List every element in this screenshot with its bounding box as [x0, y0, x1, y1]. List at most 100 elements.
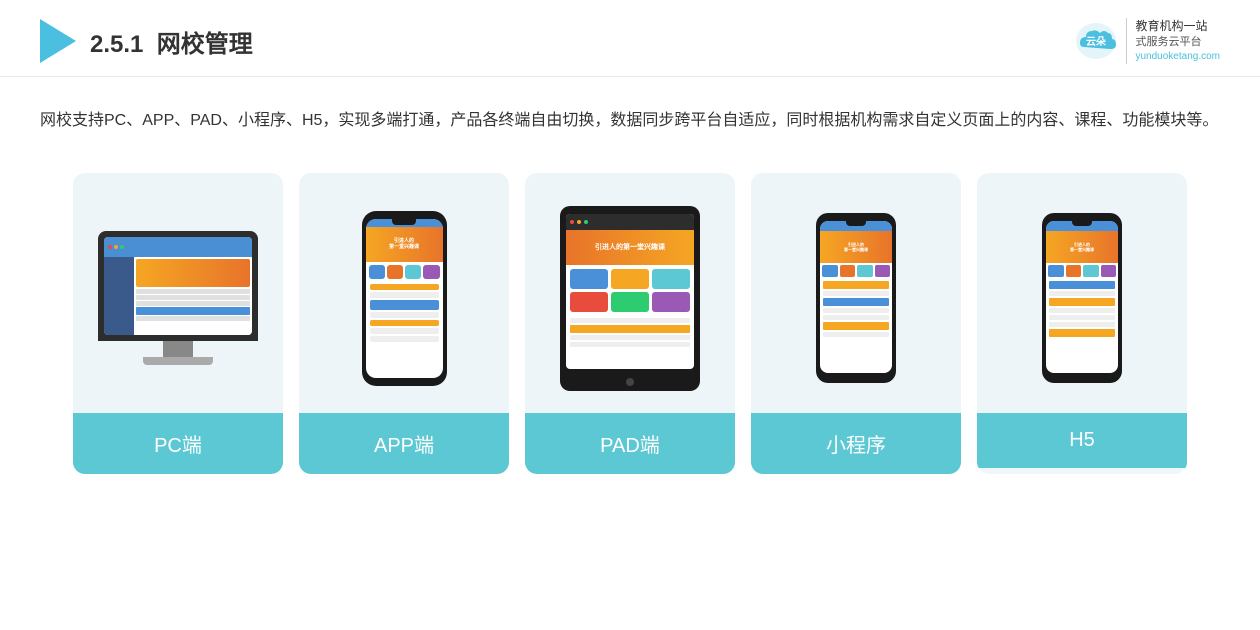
page: 2.5.1 网校管理 云朵 教育机构一站 式服务云平台 yunduoketang…	[0, 0, 1260, 630]
pss-icon	[1066, 265, 1082, 277]
phone-content-row	[370, 312, 439, 318]
pss-banner-h5: 引进人的第一堂兴趣课	[1046, 231, 1118, 263]
title-bold: 网校管理	[157, 31, 253, 58]
phone-small-notch-h5	[1072, 221, 1092, 226]
tablet-grid-item	[611, 269, 649, 289]
card-pad-label: PAD端	[600, 435, 660, 457]
pss-icon	[875, 265, 891, 277]
pss-icon	[1083, 265, 1099, 277]
card-app-image: 引进人的第一堂兴趣课	[299, 173, 509, 413]
phone-banner: 引进人的第一堂兴趣课	[366, 227, 443, 262]
device-pc	[98, 231, 258, 365]
tablet-dot-red	[570, 220, 574, 224]
pss-icon	[1101, 265, 1117, 277]
phone-icon	[423, 265, 439, 279]
tablet-row	[570, 342, 690, 347]
description-text: 网校支持PC、APP、PAD、小程序、H5，实现多端打通，产品各终端自由切换，数…	[40, 105, 1220, 137]
card-app-label-area: APP端	[299, 413, 509, 474]
phone-small-notch	[846, 221, 866, 226]
card-pc: PC端	[73, 173, 283, 474]
header-right: 云朵 教育机构一站 式服务云平台 yunduoketang.com	[1072, 18, 1220, 64]
card-pc-label-area: PC端	[73, 413, 283, 474]
pss-icon	[1048, 265, 1064, 277]
tablet-row	[570, 318, 690, 323]
tablet-row	[570, 325, 690, 333]
phone-icon	[387, 265, 403, 279]
monitor-row	[136, 316, 250, 321]
phone-content-row	[370, 284, 439, 290]
card-miniapp-image: 引进人的第一堂兴趣课	[751, 173, 961, 413]
tablet-dot-green	[584, 220, 588, 224]
card-h5-label-area: H5	[977, 413, 1187, 468]
tablet-grid	[566, 265, 694, 316]
card-miniapp-label: 小程序	[826, 435, 886, 457]
device-phone-app: 引进人的第一堂兴趣课	[362, 211, 447, 386]
pss-rows	[820, 279, 892, 339]
monitor-base	[143, 357, 213, 365]
phone-icon	[405, 265, 421, 279]
phone-small-screen-h5: 引进人的第一堂兴趣课	[1046, 221, 1118, 373]
card-miniapp-label-area: 小程序	[751, 413, 961, 474]
phone-content-row	[370, 320, 439, 326]
monitor-content	[104, 257, 252, 335]
monitor-row	[136, 307, 250, 315]
header-left: 2.5.1 网校管理	[40, 19, 253, 63]
card-pad-image: 引进人的第一堂兴趣课	[525, 173, 735, 413]
pss-icon	[857, 265, 873, 277]
monitor-stand	[163, 341, 193, 357]
tablet-grid-item	[570, 292, 608, 312]
brand-logo: 云朵 教育机构一站 式服务云平台 yunduoketang.com	[1072, 18, 1220, 64]
pss-row	[823, 315, 889, 320]
monitor-row	[136, 295, 250, 300]
cloud-icon: 云朵	[1072, 19, 1120, 63]
card-pc-label: PC端	[154, 435, 202, 457]
tablet-row	[570, 335, 690, 340]
pss-row	[1049, 291, 1115, 296]
tablet-grid-item	[611, 292, 649, 312]
section-number: 2.5.1	[90, 31, 143, 58]
pss-row	[1049, 315, 1115, 320]
page-title: 2.5.1 网校管理	[90, 24, 253, 59]
card-app-label: APP端	[374, 435, 434, 457]
tablet-grid-item	[652, 292, 690, 312]
tablet-grid-item	[570, 269, 608, 289]
tablet-home-button	[626, 378, 634, 386]
tablet-banner: 引进人的第一堂兴趣课	[566, 230, 694, 265]
pss-icon	[822, 265, 838, 277]
phone-content-row	[370, 336, 439, 342]
pss-row	[823, 322, 889, 330]
phone-content-row	[370, 300, 439, 310]
cards-section: PC端 引进人的第一堂兴趣课	[0, 153, 1260, 504]
phone-small-screen: 引进人的第一堂兴趣课	[820, 221, 892, 373]
pss-row	[823, 281, 889, 289]
pss-rows-h5	[1046, 279, 1118, 339]
tablet-dot-yellow	[577, 220, 581, 224]
description: 网校支持PC、APP、PAD、小程序、H5，实现多端打通，产品各终端自由切换，数…	[0, 77, 1260, 153]
logo-triangle-icon	[40, 19, 76, 63]
monitor-sidebar	[104, 257, 134, 335]
monitor-banner	[136, 259, 250, 287]
phone-content-row	[370, 328, 439, 334]
pss-row	[1049, 329, 1115, 337]
phone-notch	[392, 219, 416, 225]
card-pad: 引进人的第一堂兴趣课	[525, 173, 735, 474]
card-pad-label-area: PAD端	[525, 413, 735, 474]
monitor-top-bar	[104, 237, 252, 257]
brand-line1: 教育机构一站	[1135, 19, 1207, 33]
pss-icons	[820, 263, 892, 279]
monitor-main	[134, 257, 252, 335]
pss-row	[823, 308, 889, 313]
pss-icon	[840, 265, 856, 277]
pss-row	[1049, 281, 1115, 289]
tablet-rows	[566, 316, 694, 349]
pss-row	[1049, 322, 1115, 327]
tablet-screen: 引进人的第一堂兴趣课	[566, 214, 694, 369]
card-h5-label: H5	[1069, 429, 1095, 451]
monitor-rows	[136, 289, 250, 321]
phone-content-row	[370, 292, 439, 298]
card-app: 引进人的第一堂兴趣课	[299, 173, 509, 474]
pss-banner: 引进人的第一堂兴趣课	[820, 231, 892, 263]
monitor-row	[136, 301, 250, 306]
tablet-header	[566, 214, 694, 230]
phone-icons	[366, 262, 443, 282]
